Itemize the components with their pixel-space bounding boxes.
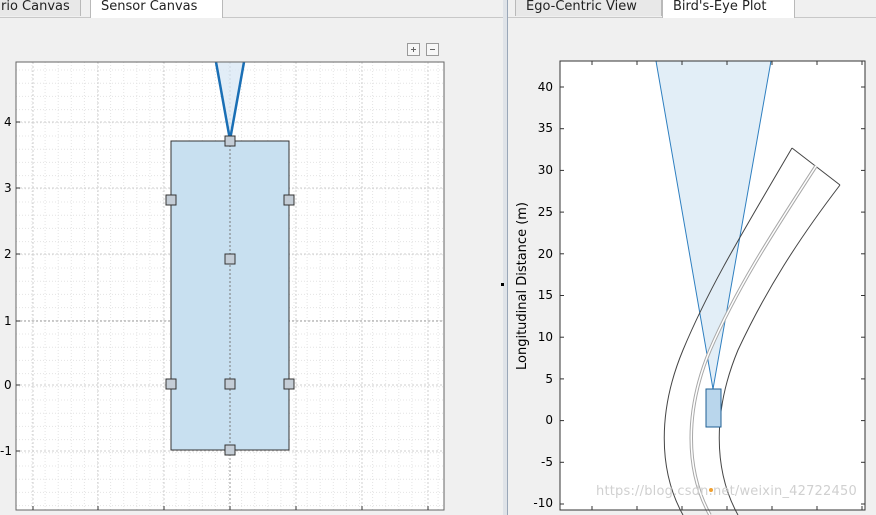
y-tick-label: 4 — [4, 115, 12, 129]
y-tick-label: 25 — [538, 205, 553, 219]
sensor-canvas-pane: rio Canvas Sensor Canvas 4 3 2 1 0 -1 — [0, 0, 503, 515]
y-tick-label: 35 — [538, 121, 553, 135]
sensor-mount-point — [283, 378, 295, 390]
y-tick-label: 1 — [4, 314, 12, 328]
y-axis-tick-labels: 4 3 2 1 0 -1 — [0, 115, 12, 458]
y-tick-label: -10 — [533, 496, 553, 510]
ego-vehicle-body[interactable] — [170, 140, 290, 451]
splitter-grip — [501, 283, 504, 286]
y-tick-label: 5 — [545, 372, 553, 386]
y-tick-label: 15 — [538, 288, 553, 302]
y-tick-label: 20 — [538, 247, 553, 261]
y-tick-label: 2 — [4, 247, 12, 261]
sensor-mount-point — [165, 194, 177, 206]
y-tick-label: 30 — [538, 163, 553, 177]
sensor-canvas[interactable]: 4 3 2 1 0 -1 — [0, 0, 503, 515]
birds-eye-pane: Ego-Centric View Bird's-Eye Plot 40 35 3… — [507, 0, 876, 515]
y-tick-label: 40 — [538, 80, 553, 94]
watermark-text: https://blog.csdn.net/weixin_42722450 — [596, 484, 857, 499]
sensor-mount-point — [224, 378, 236, 390]
y-axis-tick-labels: 40 35 30 25 20 15 10 5 0 -5 -10 — [533, 80, 553, 510]
y-tick-label: 0 — [4, 378, 12, 392]
sensor-mount-point — [224, 444, 236, 456]
birds-eye-plot[interactable]: 40 35 30 25 20 15 10 5 0 -5 -10 Longitud… — [508, 0, 876, 515]
y-tick-label: 3 — [4, 181, 12, 195]
y-tick-label: 10 — [538, 330, 553, 344]
y-tick-label: -5 — [541, 455, 553, 469]
sensor-mount-point — [165, 378, 177, 390]
ego-vehicle[interactable] — [705, 388, 722, 428]
sensor-mount-point — [224, 135, 236, 147]
sensor-mount-point — [224, 253, 236, 265]
y-tick-label: -1 — [0, 444, 12, 458]
y-axis-label: Longitudinal Distance (m) — [515, 202, 530, 370]
sensor-mount-point — [283, 194, 295, 206]
y-tick-label: 0 — [545, 413, 553, 427]
